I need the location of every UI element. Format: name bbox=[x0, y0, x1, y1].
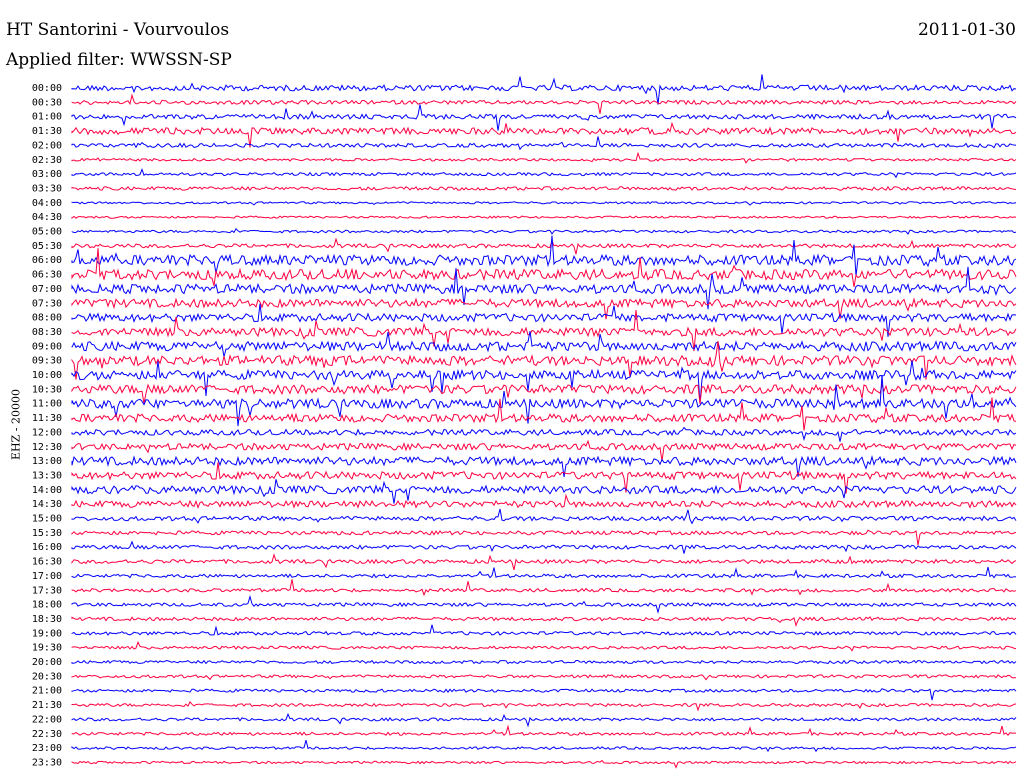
seismic-trace-0630 bbox=[71, 248, 1017, 287]
seismic-trace-2030 bbox=[71, 674, 1017, 681]
row-time-label: 23:30 bbox=[32, 757, 62, 768]
row-time-label: 20:30 bbox=[32, 671, 62, 682]
row-time-label: 01:00 bbox=[32, 112, 62, 123]
row-time-label: 07:30 bbox=[32, 298, 62, 309]
row-time-label: 14:00 bbox=[32, 485, 62, 496]
seismic-trace-0100 bbox=[71, 104, 1017, 131]
row-time-label: 07:00 bbox=[32, 284, 62, 295]
row-time-label: 03:00 bbox=[32, 169, 62, 180]
row-time-label: 16:00 bbox=[32, 542, 62, 553]
row-time-label: 15:00 bbox=[32, 514, 62, 525]
row-time-label: 08:30 bbox=[32, 327, 62, 338]
row-time-label: 06:00 bbox=[32, 255, 62, 266]
seismic-trace-0200 bbox=[71, 136, 1017, 151]
row-time-label: 01:30 bbox=[32, 126, 62, 137]
row-time-label: 17:00 bbox=[32, 571, 62, 582]
channel-label: EHZ - 20000 bbox=[9, 389, 23, 460]
seismic-trace-1930 bbox=[71, 641, 1017, 652]
seismic-trace-1400 bbox=[71, 479, 1017, 504]
row-time-label: 04:00 bbox=[32, 198, 62, 209]
row-time-label: 09:00 bbox=[32, 341, 62, 352]
seismic-trace-1200 bbox=[71, 426, 1017, 442]
row-time-label: 16:30 bbox=[32, 557, 62, 568]
helicorder-plot: 00:00 00:30 01:00 01:30 02:00 02:30 03:00 03:30… bbox=[32, 74, 1017, 769]
seismic-trace-1830 bbox=[71, 616, 1017, 627]
row-time-label: 09:30 bbox=[32, 356, 62, 367]
seismic-trace-1500 bbox=[71, 508, 1017, 525]
seismic-trace-0400 bbox=[71, 201, 1017, 206]
seismic-trace-1700 bbox=[71, 566, 1017, 579]
row-time-label: 17:30 bbox=[32, 585, 62, 596]
seismic-trace-0330 bbox=[71, 185, 1017, 192]
seismic-trace-0430 bbox=[71, 215, 1017, 220]
row-time-label: 04:30 bbox=[32, 212, 62, 223]
seismic-trace-0030 bbox=[71, 93, 1017, 114]
row-time-label: 18:30 bbox=[32, 614, 62, 625]
seismic-trace-0930 bbox=[71, 341, 1017, 380]
row-time-label: 22:00 bbox=[32, 714, 62, 725]
seismic-trace-1630 bbox=[71, 553, 1017, 571]
row-time-label: 06:30 bbox=[32, 270, 62, 281]
seismic-trace-2100 bbox=[71, 688, 1017, 701]
seismic-trace-1600 bbox=[71, 540, 1017, 554]
row-time-label: 10:00 bbox=[32, 370, 62, 381]
seismic-trace-1430 bbox=[71, 493, 1017, 509]
seismic-trace-0730 bbox=[71, 297, 1017, 320]
row-time-label: 21:00 bbox=[32, 686, 62, 697]
row-time-label: 00:30 bbox=[32, 97, 62, 108]
seismic-trace-0600 bbox=[71, 235, 1017, 277]
seismic-trace-0530 bbox=[71, 237, 1017, 255]
row-time-label: 03:30 bbox=[32, 183, 62, 194]
row-time-label: 02:00 bbox=[32, 140, 62, 151]
seismic-trace-0500 bbox=[71, 227, 1017, 235]
seismic-trace-1530 bbox=[71, 529, 1017, 546]
seismic-trace-2130 bbox=[71, 700, 1017, 712]
row-time-label: 21:30 bbox=[32, 700, 62, 711]
seismic-trace-1730 bbox=[71, 579, 1017, 597]
row-time-label: 12:00 bbox=[32, 427, 62, 438]
row-time-label: 15:30 bbox=[32, 528, 62, 539]
row-time-label: 22:30 bbox=[32, 729, 62, 740]
seismic-trace-1000 bbox=[71, 360, 1017, 404]
row-time-label: 13:30 bbox=[32, 470, 62, 481]
row-time-label: 19:30 bbox=[32, 643, 62, 654]
row-time-label: 12:30 bbox=[32, 442, 62, 453]
seismic-trace-2200 bbox=[71, 712, 1017, 728]
row-time-label: 14:30 bbox=[32, 499, 62, 510]
seismic-trace-1100 bbox=[71, 374, 1017, 427]
row-time-label: 20:00 bbox=[32, 657, 62, 668]
row-time-label: 19:00 bbox=[32, 628, 62, 639]
seismic-trace-0000 bbox=[71, 74, 1017, 105]
row-time-label: 11:00 bbox=[32, 399, 62, 410]
row-time-label: 00:00 bbox=[32, 83, 62, 94]
seismic-trace-0230 bbox=[71, 151, 1017, 164]
seismic-trace-1800 bbox=[71, 594, 1017, 614]
row-time-label: 02:30 bbox=[32, 155, 62, 166]
row-time-label: 05:00 bbox=[32, 227, 62, 238]
row-time-label: 23:00 bbox=[32, 743, 62, 754]
seismic-trace-2330 bbox=[71, 759, 1017, 769]
row-time-label: 10:30 bbox=[32, 384, 62, 395]
seismic-trace-0300 bbox=[71, 167, 1017, 179]
row-time-label: 05:30 bbox=[32, 241, 62, 252]
row-time-label: 11:30 bbox=[32, 413, 62, 424]
seismic-trace-1230 bbox=[71, 439, 1017, 462]
seismic-trace-2300 bbox=[71, 739, 1017, 753]
seismic-trace-0900 bbox=[71, 331, 1017, 357]
seismic-trace-2230 bbox=[71, 724, 1016, 736]
row-time-label: 18:00 bbox=[32, 600, 62, 611]
seismic-trace-1900 bbox=[71, 624, 1017, 636]
row-time-label: 08:00 bbox=[32, 313, 62, 324]
seismic-trace-2000 bbox=[71, 659, 1017, 665]
row-time-label: 13:00 bbox=[32, 456, 62, 467]
